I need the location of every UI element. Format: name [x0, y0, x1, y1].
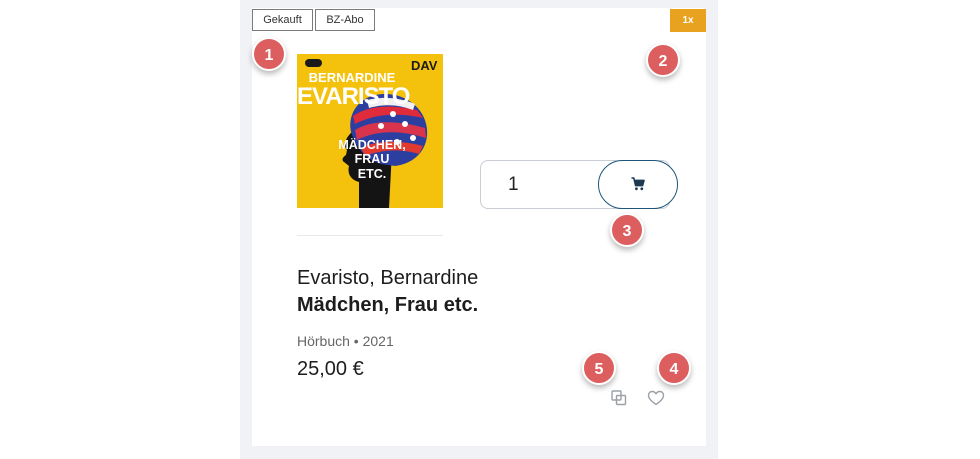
heart-icon[interactable]: [647, 389, 665, 407]
cover-title: MÄDCHEN, FRAU ETC.: [337, 138, 407, 181]
quantity-value[interactable]: 1: [508, 173, 519, 196]
cover-title-line: MÄDCHEN,: [338, 138, 406, 152]
cart-icon: [631, 177, 645, 191]
image-divider: [297, 235, 443, 236]
product-format-year: Hörbuch • 2021: [297, 333, 394, 349]
callout-marker-5: 5: [582, 351, 616, 385]
product-title[interactable]: Mädchen, Frau etc.: [297, 292, 478, 318]
cover-publisher: DAV: [411, 58, 438, 73]
subscription-tag: BZ-Abo: [315, 9, 375, 31]
cover-author: BERNARDINE EVARISTO: [297, 71, 410, 110]
product-author[interactable]: Evaristo, Bernardine: [297, 265, 478, 291]
cover-title-line: ETC.: [357, 166, 387, 181]
quantity-badge: 1x: [670, 9, 706, 32]
cover-badge: [305, 59, 322, 67]
callout-marker-1: 1: [252, 37, 286, 71]
compare-icon[interactable]: [610, 389, 628, 407]
cover-title-line: FRAU: [354, 152, 390, 167]
callout-marker-2: 2: [646, 43, 680, 77]
add-to-cart-button[interactable]: [598, 160, 678, 209]
callout-marker-4: 4: [657, 351, 691, 385]
product-price: 25,00 €: [297, 358, 364, 380]
bought-tag: Gekauft: [252, 9, 313, 31]
callout-marker-3: 3: [610, 213, 644, 247]
cover-author-last: EVARISTO: [297, 83, 410, 110]
product-cover-image[interactable]: DAV BERNARDINE EVARISTO MÄDCHEN, FRAU ET…: [297, 54, 443, 208]
